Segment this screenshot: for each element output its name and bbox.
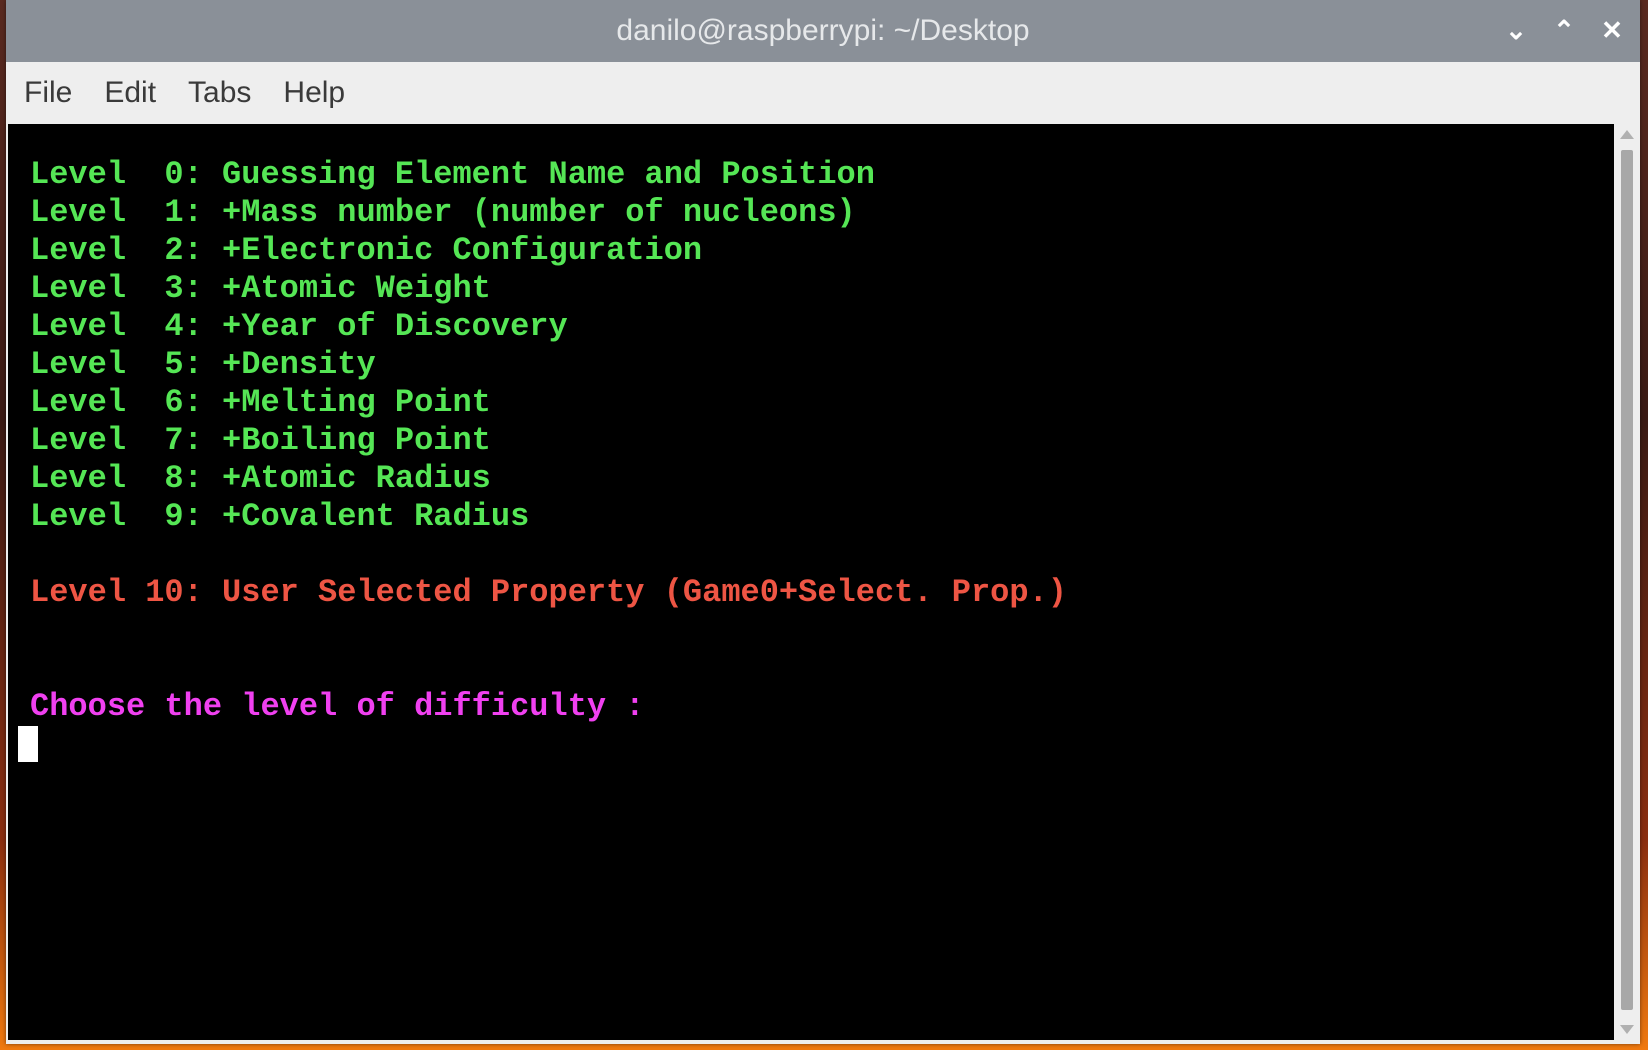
window-title: danilo@raspberrypi: ~/Desktop — [616, 14, 1030, 47]
close-icon: ✕ — [1601, 14, 1623, 45]
menu-tabs[interactable]: Tabs — [188, 76, 251, 110]
level-line: Level 6: +Melting Point — [30, 384, 491, 421]
close-button[interactable]: ✕ — [1594, 12, 1630, 48]
special-level-line: Level 10: User Selected Property (Game0+… — [30, 574, 1067, 611]
level-line: Level 2: +Electronic Configuration — [30, 232, 703, 269]
menu-bar: File Edit Tabs Help — [6, 62, 1640, 124]
text-cursor — [18, 726, 38, 762]
chevron-down-icon: ⌄ — [1505, 14, 1527, 45]
level-line: Level 7: +Boiling Point — [30, 422, 491, 459]
title-bar[interactable]: danilo@raspberrypi: ~/Desktop ⌄ ⌃ ✕ — [6, 0, 1640, 62]
level-line: Level 8: +Atomic Radius — [30, 460, 491, 497]
prompt-line: Choose the level of difficulty : — [30, 688, 645, 725]
scroll-up-arrow-icon[interactable] — [1620, 130, 1634, 139]
scroll-down-arrow-icon[interactable] — [1620, 1025, 1634, 1034]
minimize-button[interactable]: ⌄ — [1498, 12, 1534, 48]
level-line: Level 4: +Year of Discovery — [30, 308, 568, 345]
menu-file[interactable]: File — [24, 76, 72, 110]
menu-edit[interactable]: Edit — [104, 76, 156, 110]
chevron-up-icon: ⌃ — [1553, 14, 1575, 45]
window-controls: ⌄ ⌃ ✕ — [1498, 12, 1630, 48]
level-line: Level 0: Guessing Element Name and Posit… — [30, 156, 875, 193]
terminal-output[interactable]: Level 0: Guessing Element Name and Posit… — [8, 124, 1614, 1040]
level-line: Level 9: +Covalent Radius — [30, 498, 530, 535]
level-line: Level 5: +Density — [30, 346, 376, 383]
menu-help[interactable]: Help — [283, 76, 345, 110]
maximize-button[interactable]: ⌃ — [1546, 12, 1582, 48]
vertical-scrollbar[interactable] — [1616, 124, 1638, 1040]
level-line: Level 3: +Atomic Weight — [30, 270, 491, 307]
input-line[interactable] — [18, 726, 1614, 764]
scroll-thumb[interactable] — [1621, 150, 1633, 1010]
level-line: Level 1: +Mass number (number of nucleon… — [30, 194, 856, 231]
terminal-window: danilo@raspberrypi: ~/Desktop ⌄ ⌃ ✕ File… — [6, 0, 1640, 1044]
